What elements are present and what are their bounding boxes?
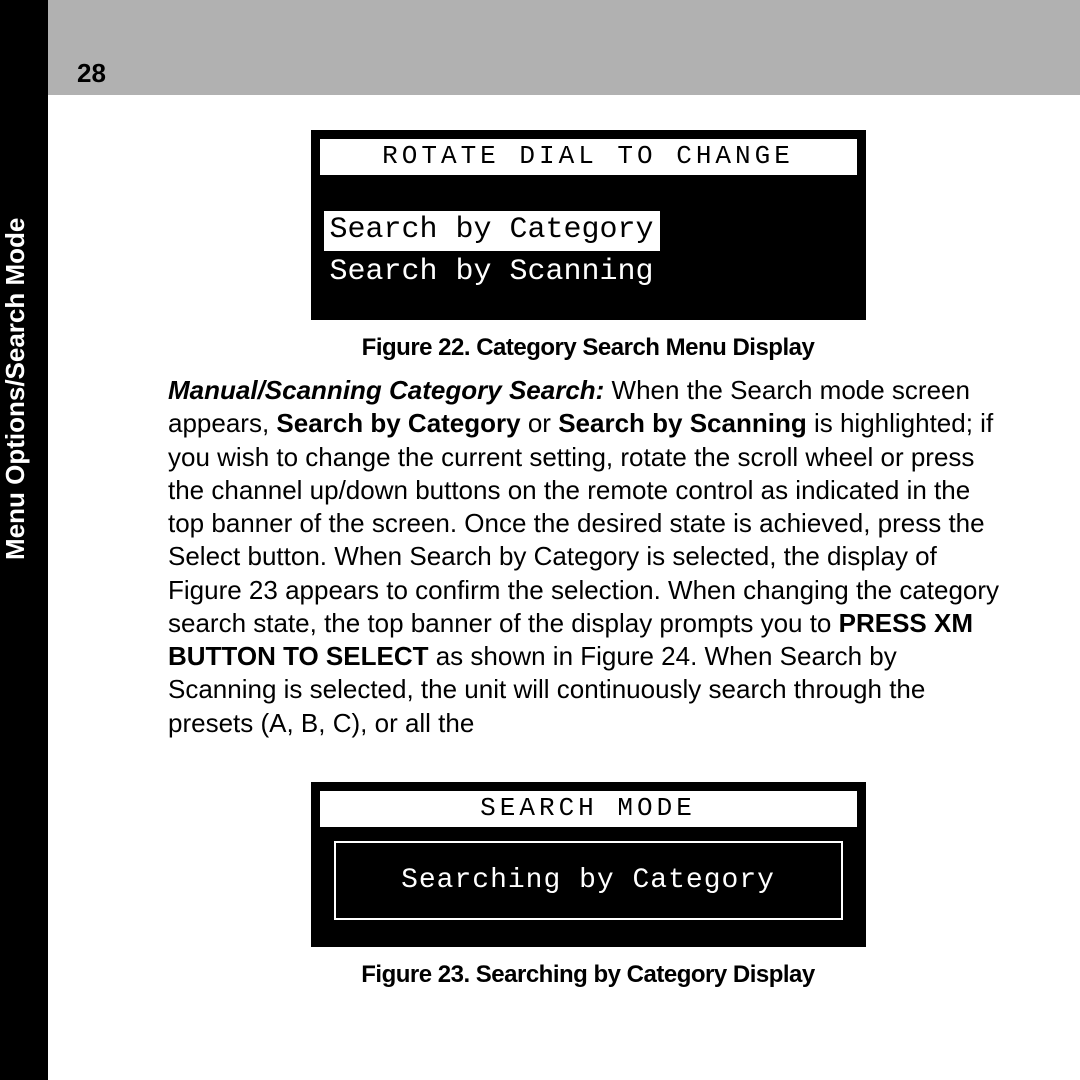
para-lead: Manual/Scanning Category Search: bbox=[168, 375, 604, 405]
header-band bbox=[48, 0, 1080, 95]
para-t3: is highlighted; if you wish to change th… bbox=[168, 408, 999, 638]
figure22-banner: ROTATE DIAL TO CHANGE bbox=[318, 137, 859, 177]
figure22-option-selected: Search by Category bbox=[324, 211, 660, 251]
figure23-caption: Figure 23. Searching by Category Display bbox=[168, 961, 1008, 989]
para-b1: Search by Category bbox=[276, 408, 520, 438]
figure23-body: Searching by Category bbox=[314, 829, 863, 944]
figure22-option-unselected: Search by Scanning bbox=[324, 253, 855, 293]
page-number: 28 bbox=[77, 58, 106, 89]
figure22-caption: Figure 22. Category Search Menu Display bbox=[168, 334, 1008, 362]
para-b2: Search by Scanning bbox=[558, 408, 807, 438]
left-spine: Menu Options/Search Mode bbox=[0, 0, 48, 1080]
para-t2: or bbox=[521, 408, 559, 438]
content-area: ROTATE DIAL TO CHANGE Search by Category… bbox=[168, 95, 1008, 989]
figure23-banner: SEARCH MODE bbox=[318, 789, 859, 829]
figure22-device: ROTATE DIAL TO CHANGE Search by Category… bbox=[311, 130, 866, 320]
body-paragraph: Manual/Scanning Category Search: When th… bbox=[168, 374, 1008, 740]
section-side-label: Menu Options/Search Mode bbox=[0, 218, 31, 560]
figure22-body: Search by Category Search by Scanning bbox=[314, 177, 863, 317]
figure23-status: Searching by Category bbox=[334, 841, 843, 920]
figure23-device: SEARCH MODE Searching by Category bbox=[311, 782, 866, 947]
